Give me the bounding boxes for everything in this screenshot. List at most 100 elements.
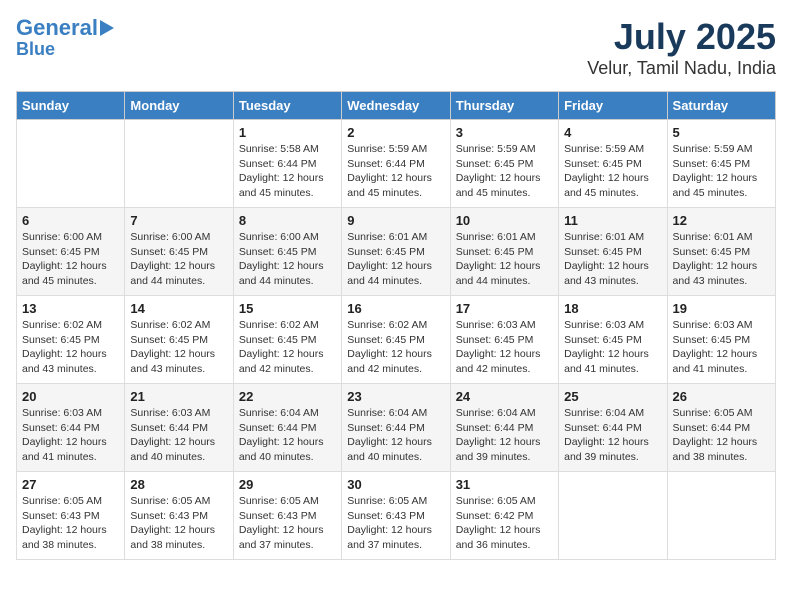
day-number: 20 (22, 389, 119, 404)
day-number: 25 (564, 389, 661, 404)
day-info: Sunrise: 6:03 AM Sunset: 6:45 PM Dayligh… (673, 318, 770, 377)
calendar-cell: 8 Sunrise: 6:00 AM Sunset: 6:45 PM Daylig… (233, 208, 341, 296)
calendar-cell: 2 Sunrise: 5:59 AM Sunset: 6:44 PM Daylig… (342, 120, 450, 208)
page-title: July 2025 (587, 16, 776, 58)
day-info: Sunrise: 6:02 AM Sunset: 6:45 PM Dayligh… (130, 318, 227, 377)
calendar-week-row: 20 Sunrise: 6:03 AM Sunset: 6:44 PM Dayli… (17, 384, 776, 472)
calendar-week-row: 13 Sunrise: 6:02 AM Sunset: 6:45 PM Dayli… (17, 296, 776, 384)
day-number: 18 (564, 301, 661, 316)
logo-text: General (16, 16, 98, 40)
calendar-table: SundayMondayTuesdayWednesdayThursdayFrid… (16, 91, 776, 560)
day-info: Sunrise: 5:58 AM Sunset: 6:44 PM Dayligh… (239, 142, 336, 201)
day-number: 30 (347, 477, 444, 492)
day-number: 8 (239, 213, 336, 228)
day-number: 1 (239, 125, 336, 140)
day-info: Sunrise: 6:04 AM Sunset: 6:44 PM Dayligh… (564, 406, 661, 465)
weekday-header: Thursday (450, 92, 558, 120)
day-info: Sunrise: 5:59 AM Sunset: 6:45 PM Dayligh… (564, 142, 661, 201)
calendar-cell: 7 Sunrise: 6:00 AM Sunset: 6:45 PM Daylig… (125, 208, 233, 296)
weekday-header: Friday (559, 92, 667, 120)
day-number: 6 (22, 213, 119, 228)
day-info: Sunrise: 6:02 AM Sunset: 6:45 PM Dayligh… (347, 318, 444, 377)
day-info: Sunrise: 6:02 AM Sunset: 6:45 PM Dayligh… (239, 318, 336, 377)
logo-subtext: Blue (16, 40, 55, 60)
calendar-cell: 24Sunrise: 6:04 AM Sunset: 6:44 PM Dayli… (450, 384, 558, 472)
weekday-header: Wednesday (342, 92, 450, 120)
day-info: Sunrise: 6:02 AM Sunset: 6:45 PM Dayligh… (22, 318, 119, 377)
calendar-week-row: 6 Sunrise: 6:00 AM Sunset: 6:45 PM Daylig… (17, 208, 776, 296)
day-info: Sunrise: 6:01 AM Sunset: 6:45 PM Dayligh… (347, 230, 444, 289)
calendar-week-row: 1 Sunrise: 5:58 AM Sunset: 6:44 PM Daylig… (17, 120, 776, 208)
calendar-cell: 26Sunrise: 6:05 AM Sunset: 6:44 PM Dayli… (667, 384, 775, 472)
calendar-cell: 23Sunrise: 6:04 AM Sunset: 6:44 PM Dayli… (342, 384, 450, 472)
calendar-cell: 9Sunrise: 6:01 AM Sunset: 6:45 PM Daylig… (342, 208, 450, 296)
calendar-cell (125, 120, 233, 208)
day-info: Sunrise: 6:05 AM Sunset: 6:43 PM Dayligh… (239, 494, 336, 553)
weekday-header: Saturday (667, 92, 775, 120)
weekday-header: Tuesday (233, 92, 341, 120)
calendar-cell: 30 Sunrise: 6:05 AM Sunset: 6:43 PM Dayli… (342, 472, 450, 560)
calendar-cell: 5Sunrise: 5:59 AM Sunset: 6:45 PM Daylig… (667, 120, 775, 208)
day-number: 14 (130, 301, 227, 316)
day-info: Sunrise: 6:05 AM Sunset: 6:43 PM Dayligh… (347, 494, 444, 553)
logo: General Blue (16, 16, 114, 60)
title-block: July 2025 Velur, Tamil Nadu, India (587, 16, 776, 79)
calendar-cell: 19Sunrise: 6:03 AM Sunset: 6:45 PM Dayli… (667, 296, 775, 384)
day-info: Sunrise: 6:01 AM Sunset: 6:45 PM Dayligh… (456, 230, 553, 289)
day-info: Sunrise: 6:00 AM Sunset: 6:45 PM Dayligh… (130, 230, 227, 289)
day-number: 4 (564, 125, 661, 140)
day-number: 11 (564, 213, 661, 228)
calendar-cell: 3Sunrise: 5:59 AM Sunset: 6:45 PM Daylig… (450, 120, 558, 208)
day-number: 21 (130, 389, 227, 404)
calendar-cell: 11Sunrise: 6:01 AM Sunset: 6:45 PM Dayli… (559, 208, 667, 296)
calendar-cell: 1 Sunrise: 5:58 AM Sunset: 6:44 PM Daylig… (233, 120, 341, 208)
logo-arrow-icon (100, 20, 114, 36)
day-number: 5 (673, 125, 770, 140)
day-number: 15 (239, 301, 336, 316)
day-number: 10 (456, 213, 553, 228)
calendar-cell: 12Sunrise: 6:01 AM Sunset: 6:45 PM Dayli… (667, 208, 775, 296)
day-number: 26 (673, 389, 770, 404)
calendar-cell: 31Sunrise: 6:05 AM Sunset: 6:42 PM Dayli… (450, 472, 558, 560)
calendar-cell: 25 Sunrise: 6:04 AM Sunset: 6:44 PM Dayli… (559, 384, 667, 472)
day-number: 27 (22, 477, 119, 492)
calendar-cell: 16 Sunrise: 6:02 AM Sunset: 6:45 PM Dayli… (342, 296, 450, 384)
weekday-header-row: SundayMondayTuesdayWednesdayThursdayFrid… (17, 92, 776, 120)
weekday-header: Sunday (17, 92, 125, 120)
day-info: Sunrise: 6:00 AM Sunset: 6:45 PM Dayligh… (22, 230, 119, 289)
day-number: 16 (347, 301, 444, 316)
calendar-cell: 18 Sunrise: 6:03 AM Sunset: 6:45 PM Dayli… (559, 296, 667, 384)
day-info: Sunrise: 6:00 AM Sunset: 6:45 PM Dayligh… (239, 230, 336, 289)
calendar-cell: 22 Sunrise: 6:04 AM Sunset: 6:44 PM Dayli… (233, 384, 341, 472)
weekday-header: Monday (125, 92, 233, 120)
day-info: Sunrise: 6:04 AM Sunset: 6:44 PM Dayligh… (239, 406, 336, 465)
day-number: 17 (456, 301, 553, 316)
day-number: 29 (239, 477, 336, 492)
day-info: Sunrise: 6:04 AM Sunset: 6:44 PM Dayligh… (347, 406, 444, 465)
day-number: 2 (347, 125, 444, 140)
day-number: 13 (22, 301, 119, 316)
calendar-cell: 14 Sunrise: 6:02 AM Sunset: 6:45 PM Dayli… (125, 296, 233, 384)
calendar-cell: 27Sunrise: 6:05 AM Sunset: 6:43 PM Dayli… (17, 472, 125, 560)
day-info: Sunrise: 6:03 AM Sunset: 6:44 PM Dayligh… (130, 406, 227, 465)
day-number: 7 (130, 213, 227, 228)
day-number: 3 (456, 125, 553, 140)
calendar-cell: 10 Sunrise: 6:01 AM Sunset: 6:45 PM Dayli… (450, 208, 558, 296)
calendar-cell: 4 Sunrise: 5:59 AM Sunset: 6:45 PM Daylig… (559, 120, 667, 208)
calendar-cell: 21 Sunrise: 6:03 AM Sunset: 6:44 PM Dayli… (125, 384, 233, 472)
page-subtitle: Velur, Tamil Nadu, India (587, 58, 776, 79)
day-info: Sunrise: 5:59 AM Sunset: 6:44 PM Dayligh… (347, 142, 444, 201)
calendar-cell: 6 Sunrise: 6:00 AM Sunset: 6:45 PM Daylig… (17, 208, 125, 296)
day-info: Sunrise: 6:03 AM Sunset: 6:45 PM Dayligh… (564, 318, 661, 377)
calendar-cell: 28Sunrise: 6:05 AM Sunset: 6:43 PM Dayli… (125, 472, 233, 560)
calendar-cell (559, 472, 667, 560)
day-info: Sunrise: 6:01 AM Sunset: 6:45 PM Dayligh… (673, 230, 770, 289)
calendar-cell: 29 Sunrise: 6:05 AM Sunset: 6:43 PM Dayli… (233, 472, 341, 560)
day-info: Sunrise: 6:05 AM Sunset: 6:42 PM Dayligh… (456, 494, 553, 553)
calendar-cell: 20Sunrise: 6:03 AM Sunset: 6:44 PM Dayli… (17, 384, 125, 472)
day-number: 22 (239, 389, 336, 404)
calendar-week-row: 27 Sunrise: 6:05 AM Sunset: 6:43 PM Dayli… (17, 472, 776, 560)
page-header: General Blue July 2025 Velur, Tamil Nadu… (16, 16, 776, 79)
day-number: 24 (456, 389, 553, 404)
day-info: Sunrise: 6:05 AM Sunset: 6:43 PM Dayligh… (130, 494, 227, 553)
